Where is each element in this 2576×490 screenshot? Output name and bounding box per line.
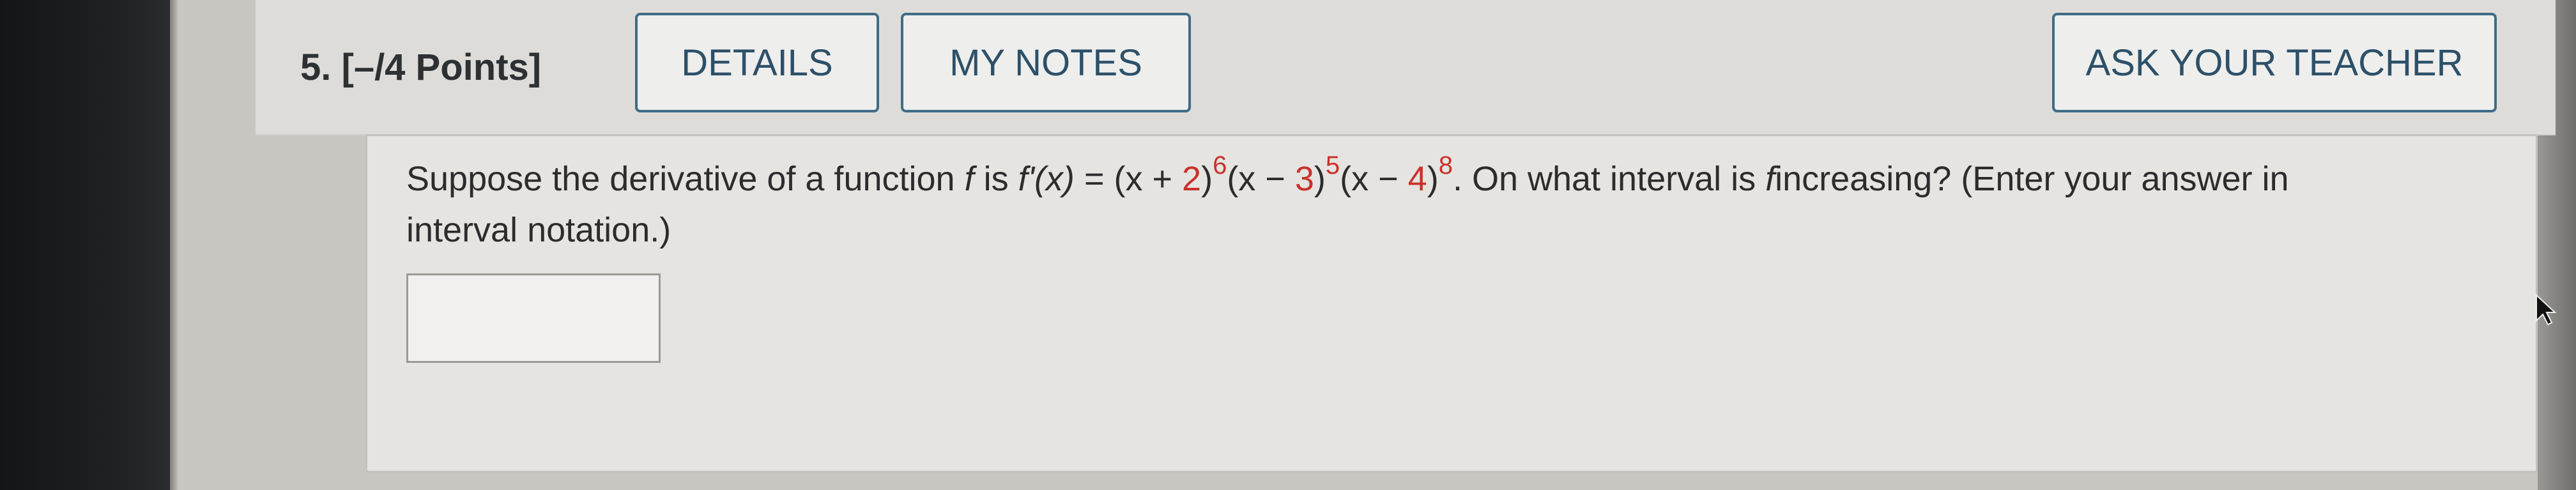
question-line-1: Suppose the derivative of a function f i… [406,151,2289,198]
question-number: 5. [300,47,332,88]
question-text: Suppose the derivative of a function f i… [406,153,2534,256]
answer-input[interactable] [406,273,661,363]
question-number-points: 5. [–/4 Points] [300,46,541,89]
derivative-label: f'(x) [1018,160,1075,198]
details-button[interactable]: DETAILS [635,13,879,112]
my-notes-button[interactable]: MY NOTES [901,13,1191,112]
mouse-pointer-icon [2536,293,2557,326]
formula: (x + 2)6(x − 3)5(x − 4)8 [1114,151,1453,198]
question-points: [–/4 Points] [341,47,542,88]
left-dark-bezel [0,0,170,490]
left-bezel-edge [170,0,178,490]
ask-your-teacher-button[interactable]: ASK YOUR TEACHER [2052,13,2497,112]
question-line-2: interval notation.) [406,211,671,249]
